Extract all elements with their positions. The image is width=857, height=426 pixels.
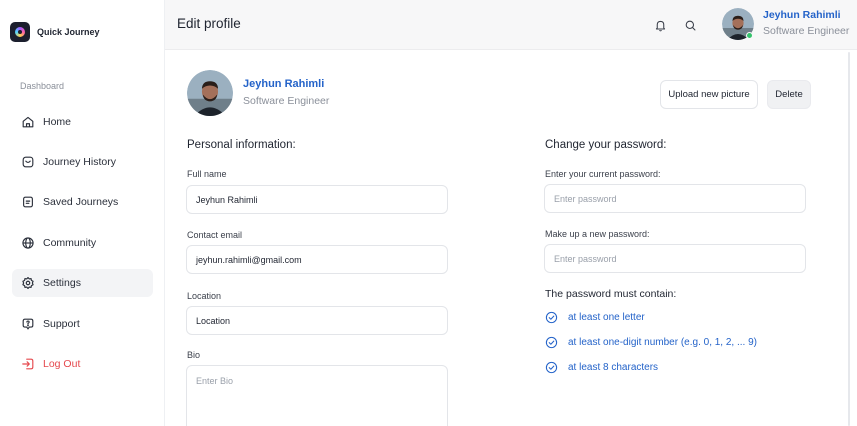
current-password-label: Enter your current password: <box>545 169 661 179</box>
sidebar-item-support[interactable]: Support <box>12 310 153 338</box>
sidebar-item-label: Journey History <box>43 156 116 168</box>
profile-avatar[interactable] <box>187 70 233 116</box>
home-icon <box>22 116 34 128</box>
header-user-role: Software Engineer <box>763 25 850 37</box>
upload-picture-button[interactable]: Upload new picture <box>660 80 758 109</box>
email-label: Contact email <box>187 230 243 240</box>
bookmark-icon <box>23 196 33 208</box>
delete-picture-button[interactable]: Delete <box>767 80 811 109</box>
new-password-field[interactable]: Enter password <box>544 244 806 273</box>
sidebar-item-settings[interactable]: Settings <box>12 269 153 297</box>
sidebar-item-label: Community <box>43 237 97 249</box>
password-requirements-title: The password must contain: <box>545 288 677 300</box>
profile-name: Jeyhun Rahimli <box>243 78 325 90</box>
location-label: Location <box>187 291 222 301</box>
logo-icon <box>10 22 30 42</box>
sidebar-item-saved-journeys[interactable]: Saved Journeys <box>12 188 153 216</box>
sidebar-item-label: Home <box>43 116 72 128</box>
sidebar-item-label: Saved Journeys <box>43 196 119 208</box>
logout-icon <box>22 358 34 370</box>
full-name-label: Full name <box>187 169 227 179</box>
profile-role: Software Engineer <box>243 95 330 107</box>
requirement-item: at least one-digit number (e.g. 0, 1, 2,… <box>545 336 757 349</box>
globe-icon <box>22 237 34 249</box>
sidebar: Quick Journey Dashboard Home Journey His… <box>0 0 165 426</box>
bell-icon <box>655 20 665 31</box>
sidebar-item-community[interactable]: Community <box>12 229 153 257</box>
sidebar-item-label: Support <box>43 318 80 330</box>
current-password-field[interactable]: Enter password <box>544 184 806 213</box>
online-status-dot <box>746 32 753 39</box>
requirement-text: at least 8 characters <box>568 362 659 373</box>
requirement-item: at least one letter <box>545 311 645 324</box>
sidebar-item-logout[interactable]: Log Out <box>12 350 153 378</box>
full-name-field[interactable]: Jeyhun Rahimli <box>186 185 448 214</box>
sidebar-section-label: Dashboard <box>20 81 65 91</box>
header-user-name: Jeyhun Rahimli <box>763 9 841 21</box>
help-icon <box>22 318 34 330</box>
password-section-title: Change your password: <box>545 139 667 151</box>
app-name: Quick Journey <box>37 27 100 37</box>
new-password-label: Make up a new password: <box>545 229 650 239</box>
check-circle-icon <box>545 336 558 349</box>
requirement-text: at least one letter <box>568 312 645 323</box>
bio-textarea[interactable]: Enter Bio <box>186 365 448 426</box>
location-field[interactable]: Location <box>186 306 448 335</box>
scrollbar[interactable] <box>848 52 850 426</box>
check-circle-icon <box>545 311 558 324</box>
history-icon <box>22 156 34 168</box>
sidebar-item-home[interactable]: Home <box>12 108 153 136</box>
app-logo[interactable]: Quick Journey <box>10 22 100 42</box>
bio-label: Bio <box>187 350 201 360</box>
sidebar-item-label: Settings <box>43 277 81 289</box>
notifications-button[interactable] <box>649 14 671 36</box>
search-icon <box>685 20 695 30</box>
sidebar-item-label: Log Out <box>43 358 81 370</box>
page-title: Edit profile <box>177 16 241 31</box>
requirement-text: at least one-digit number (e.g. 0, 1, 2,… <box>568 337 757 348</box>
sidebar-item-journey-history[interactable]: Journey History <box>12 148 153 176</box>
gear-icon <box>22 277 34 289</box>
check-circle-icon <box>545 361 558 374</box>
search-button[interactable] <box>679 14 701 36</box>
requirement-item: at least 8 characters <box>545 361 658 374</box>
user-photo <box>187 70 233 116</box>
personal-info-title: Personal information: <box>187 139 296 151</box>
email-field[interactable]: jeyhun.rahimli@gmail.com <box>186 245 448 274</box>
top-bar: Edit profile Jeyhun Rahimli Software Eng… <box>165 0 857 50</box>
